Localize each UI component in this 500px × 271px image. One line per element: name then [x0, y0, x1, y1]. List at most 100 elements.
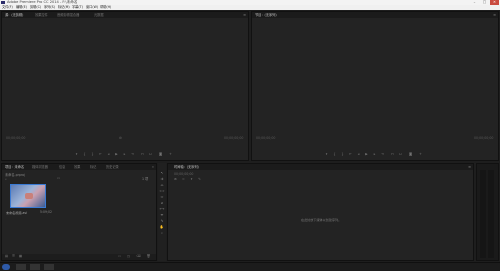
slide-tool-icon[interactable]: ⇹	[159, 213, 165, 218]
project-path: 未命名.prproj	[5, 173, 26, 177]
timeline-timecode[interactable]: 00;00;00;00	[174, 172, 193, 176]
go-to-out-icon[interactable]: ⇥	[380, 152, 385, 157]
insert-icon[interactable]: ⊓	[140, 152, 145, 157]
wrench-icon[interactable]: ⚙	[119, 136, 122, 140]
track-select-tool-icon[interactable]: ⇉	[159, 177, 165, 182]
tools-panel: ↖ ⇉ ⟛ ⟺ ⇔ ⌀ ⟷ ⇹ ✎ ✋ ⌕	[158, 163, 166, 261]
tab-effect-controls[interactable]: 效果控件	[35, 13, 48, 18]
menu-window[interactable]: 窗口(W)	[86, 5, 98, 10]
rate-stretch-tool-icon[interactable]: ⇔	[159, 195, 165, 200]
timeline-empty-message: 在此处放下媒体以创建序列。	[301, 218, 342, 222]
step-forward-icon[interactable]: ▸	[122, 152, 127, 157]
slip-tool-icon[interactable]: ⟷	[159, 207, 165, 212]
overwrite-icon[interactable]: ⊔	[148, 152, 153, 157]
project-panel: 项目：未命名 媒体浏览器 信息 效果 标记 历史记录 » 未命名.prproj …	[1, 163, 157, 261]
timeline-toolbar: ⋒ ⊂ ▾ ✎	[173, 177, 213, 182]
clip-thumbnail[interactable]	[10, 184, 46, 208]
clear-icon[interactable]: ⌫	[136, 254, 141, 259]
menu-edit[interactable]: 编辑(E)	[16, 5, 27, 10]
pen-tool-icon[interactable]: ✎	[159, 219, 165, 224]
mark-in-icon[interactable]: {	[82, 152, 87, 157]
project-tab-bar: 项目：未命名 媒体浏览器 信息 效果 标记 历史记录 »	[2, 164, 156, 170]
new-bin-icon[interactable]: ▭	[117, 254, 122, 259]
clip-name[interactable]: 未命名视频.avi	[6, 210, 27, 215]
audio-meters-panel	[476, 163, 499, 261]
program-duration-timecode: 00;00;00;00	[474, 136, 494, 140]
step-forward-icon[interactable]: ▸	[372, 152, 377, 157]
panel-menu-icon[interactable]: ≡	[243, 13, 246, 17]
panel-menu-icon[interactable]: ≡	[468, 165, 471, 169]
source-playhead-timecode[interactable]: 00;00;00;00	[6, 136, 25, 140]
tab-timeline[interactable]: 时间轴：(无序列)	[174, 165, 199, 170]
extract-icon[interactable]: ⊔	[398, 152, 403, 157]
tab-effects[interactable]: 效果	[74, 165, 80, 170]
lock-icon[interactable]: ▤	[4, 254, 9, 259]
bin-icon[interactable]: ▭	[57, 176, 60, 180]
timeline-settings-icon[interactable]: ✎	[197, 177, 202, 182]
mark-in-icon[interactable]: {	[332, 152, 337, 157]
menu-help[interactable]: 帮助(H)	[100, 5, 111, 10]
export-frame-icon[interactable]: ◙	[408, 152, 413, 157]
search-icon[interactable]: ⌕	[5, 177, 7, 181]
audio-meter-right	[488, 170, 494, 258]
tab-audio-clip-mixer[interactable]: 音频剪辑混合器	[57, 13, 79, 18]
taskbar-app-1[interactable]	[16, 264, 26, 270]
tab-markers[interactable]: 标记	[90, 165, 96, 170]
menu-sequence[interactable]: 序列(S)	[44, 5, 55, 10]
add-marker-icon[interactable]: ▾	[74, 152, 79, 157]
step-back-icon[interactable]: ◂	[356, 152, 361, 157]
list-view-icon[interactable]: ☰	[11, 254, 16, 259]
source-monitor-panel: 源：(无剪辑) 效果控件 音频剪辑混合器 元数据 ≡ 00;00;00;00 ⚙…	[1, 11, 249, 161]
rolling-edit-tool-icon[interactable]: ⟺	[159, 189, 165, 194]
project-bottom-toolbar: ▤ ☰ ▦ ▭ ◳ ⌫ 🗑	[2, 254, 156, 260]
add-marker-icon[interactable]: ▾	[324, 152, 329, 157]
tab-history[interactable]: 历史记录	[106, 165, 119, 170]
ripple-edit-tool-icon[interactable]: ⟛	[159, 183, 165, 188]
go-to-in-icon[interactable]: ⇤	[348, 152, 353, 157]
tab-metadata[interactable]: 元数据	[94, 13, 104, 18]
tab-info[interactable]: 信息	[59, 165, 65, 170]
go-to-in-icon[interactable]: ⇤	[98, 152, 103, 157]
program-transport-controls: ▾ { } ⇤ ◂ ▶ ▸ ⇥ ⊓ ⊔ ◙ +	[324, 152, 434, 157]
add-marker-icon[interactable]: ▾	[189, 177, 194, 182]
start-button[interactable]	[2, 264, 10, 270]
panel-menu-icon[interactable]: ≡	[493, 13, 496, 17]
step-back-icon[interactable]: ◂	[106, 152, 111, 157]
source-transport-controls: ▾ { } ⇤ ◂ ▶ ▸ ⇥ ⊓ ⊔ ◙ +	[74, 152, 184, 157]
tab-media-browser[interactable]: 媒体浏览器	[32, 165, 48, 170]
tab-program[interactable]: 节目：(无序列)	[255, 13, 277, 18]
go-to-out-icon[interactable]: ⇥	[130, 152, 135, 157]
razor-tool-icon[interactable]: ⌀	[159, 201, 165, 206]
premiere-app-icon	[1, 1, 5, 4]
item-count: 1 项	[142, 177, 149, 181]
hand-tool-icon[interactable]: ✋	[159, 225, 165, 230]
mark-out-icon[interactable]: }	[340, 152, 345, 157]
play-icon[interactable]: ▶	[364, 152, 369, 157]
new-item-icon[interactable]: ◳	[126, 254, 131, 259]
taskbar-app-3[interactable]	[44, 264, 54, 270]
tab-source[interactable]: 源：(无剪辑)	[5, 13, 23, 18]
program-playhead-timecode[interactable]: 00;00;00;00	[256, 136, 275, 140]
linked-selection-icon[interactable]: ⊂	[181, 177, 186, 182]
plus-icon[interactable]: +	[418, 152, 423, 157]
icon-view-icon[interactable]: ▦	[18, 254, 23, 259]
selection-tool-icon[interactable]: ↖	[159, 171, 165, 176]
snap-icon[interactable]: ⋒	[173, 177, 178, 182]
plus-icon[interactable]: +	[168, 152, 173, 157]
trash-icon[interactable]: 🗑	[146, 254, 151, 259]
taskbar-app-2[interactable]	[30, 264, 40, 270]
menu-marker[interactable]: 标记(M)	[58, 5, 70, 10]
menu-file[interactable]: 文件(F)	[2, 5, 13, 10]
play-icon[interactable]: ▶	[114, 152, 119, 157]
panel-menu-icon[interactable]: »	[152, 165, 154, 169]
lift-icon[interactable]: ⊓	[390, 152, 395, 157]
menu-title[interactable]: 字幕(T)	[72, 5, 83, 10]
export-frame-icon[interactable]: ◙	[158, 152, 163, 157]
audio-meter-left	[480, 170, 486, 258]
mark-out-icon[interactable]: }	[90, 152, 95, 157]
zoom-tool-icon[interactable]: ⌕	[159, 231, 165, 236]
menu-clip[interactable]: 剪辑(C)	[30, 5, 41, 10]
tab-project[interactable]: 项目：未命名	[5, 165, 24, 170]
program-monitor-panel: 节目：(无序列) ≡ 00;00;00;00 00;00;00;00 ▾ { }…	[251, 11, 499, 161]
clip-preview-subject	[25, 193, 33, 199]
